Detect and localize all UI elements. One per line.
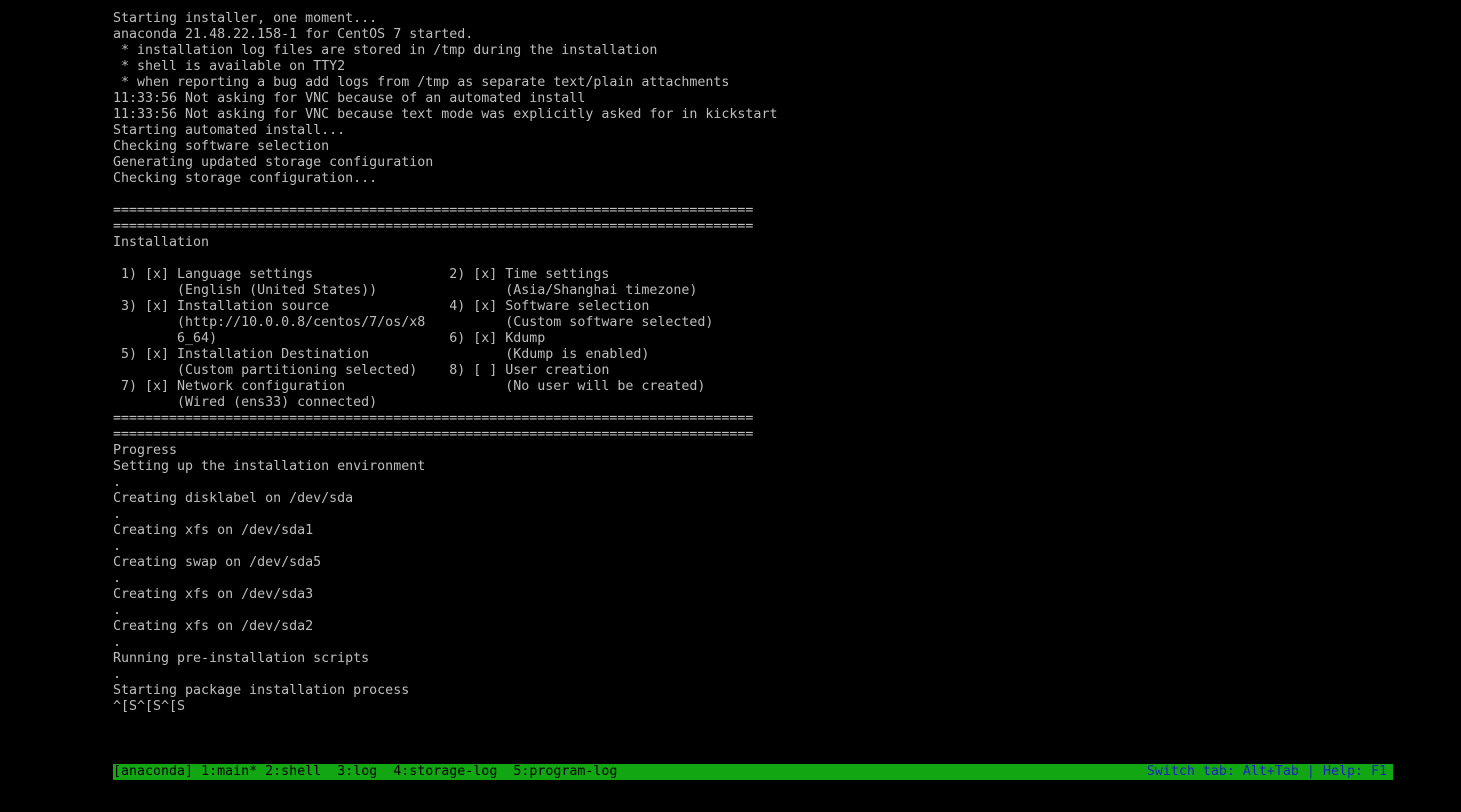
terminal-line: Running pre-installation scripts [113,651,370,666]
terminal-line: ^[S^[S^[S [113,699,186,714]
terminal-line: . [113,571,122,586]
terminal-line: Creating xfs on /dev/sda1 [113,523,314,538]
terminal-line: Generating updated storage configuration [113,155,434,170]
terminal-line: Creating xfs on /dev/sda3 [113,587,314,602]
tab-program-log[interactable]: 5:program-log [513,764,617,779]
terminal-line: Setting up the installation environment [113,459,426,474]
terminal-line: . [113,507,122,522]
terminal-line: * when reporting a bug add logs from /tm… [113,75,730,90]
terminal-line: * installation log files are stored in /… [113,43,658,58]
terminal-line: Creating xfs on /dev/sda2 [113,619,314,634]
terminal-line: Creating disklabel on /dev/sda [113,491,354,506]
terminal-line: (http://10.0.0.8/centos/7/os/x8 (Custom … [113,315,714,330]
terminal-line: . [113,635,122,650]
terminal-line: ========================================… [113,203,754,218]
terminal-line: 5) [x] Installation Destination (Kdump i… [113,347,650,362]
terminal-line: (Custom partitioning selected) 8) [ ] Us… [113,363,610,378]
terminal-line: (English (United States)) (Asia/Shanghai… [113,283,698,298]
terminal-line: . [113,475,122,490]
terminal-line: 11:33:56 Not asking for VNC because text… [113,107,778,122]
terminal-line: Checking software selection [113,139,330,154]
terminal-line: * shell is available on TTY2 [113,59,346,74]
terminal-line: Progress [113,443,178,458]
terminal-line: 1) [x] Language settings 2) [x] Time set… [113,267,610,282]
terminal-line: anaconda 21.48.22.158-1 for CentOS 7 sta… [113,27,474,42]
terminal-line: 3) [x] Installation source 4) [x] Softwa… [113,299,650,314]
terminal-line: (Wired (ens33) connected) [113,395,378,410]
terminal-line: . [113,539,122,554]
terminal-line: ========================================… [113,427,754,442]
terminal-line: ========================================… [113,411,754,426]
terminal-line: 7) [x] Network configuration (No user wi… [113,379,706,394]
terminal-line: Checking storage configuration... [113,171,378,186]
terminal-line: ========================================… [113,219,754,234]
tab-log[interactable]: 3:log [337,764,377,779]
help-hint: Switch tab: Alt+Tab | Help: F1 [1146,764,1387,779]
terminal-line: 6_64) 6) [x] Kdump [113,331,546,346]
terminal-output[interactable]: Starting installer, one moment... anacond… [113,11,1393,715]
terminal-line: Starting installer, one moment... [113,11,378,26]
tab-main[interactable]: 1:main* [201,764,257,779]
terminal-line: Starting package installation process [113,683,410,698]
terminal-line: Installation [113,235,210,250]
tab-list: [anaconda] 1:main* 2:shell 3:log 4:stora… [113,764,617,780]
terminal-line: 11:33:56 Not asking for VNC because of a… [113,91,586,106]
tmux-status-bar: [anaconda] 1:main* 2:shell 3:log 4:stora… [113,764,1393,780]
terminal-line: Starting automated install... [113,123,346,138]
tab-storage-log[interactable]: 4:storage-log [393,764,497,779]
session-name: [anaconda] [113,764,194,779]
terminal-line: . [113,667,122,682]
terminal-line: . [113,603,122,618]
terminal-line: Creating swap on /dev/sda5 [113,555,322,570]
tab-shell[interactable]: 2:shell [265,764,321,779]
